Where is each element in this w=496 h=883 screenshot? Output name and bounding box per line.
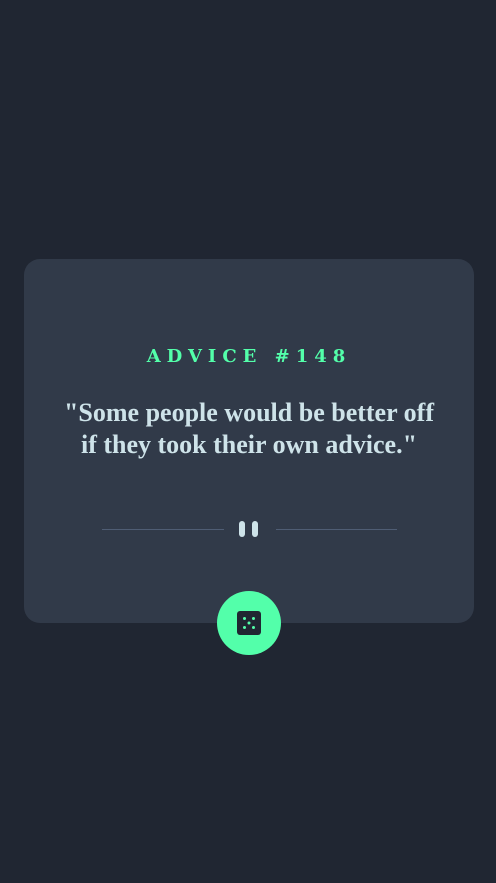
page: ADVICE #148 "Some people would be better…: [0, 0, 496, 883]
generate-advice-button[interactable]: [217, 591, 281, 655]
advice-quote: "Some people would be better off if they…: [64, 398, 434, 459]
divider-line-left: [102, 529, 224, 530]
pause-icon: [239, 521, 261, 537]
dice-icon: [237, 611, 261, 635]
advice-id-label: ADVICE #148: [146, 346, 352, 367]
divider-line-right: [276, 529, 397, 530]
advice-card: ADVICE #148 "Some people would be better…: [24, 259, 474, 623]
divider: [102, 520, 397, 538]
